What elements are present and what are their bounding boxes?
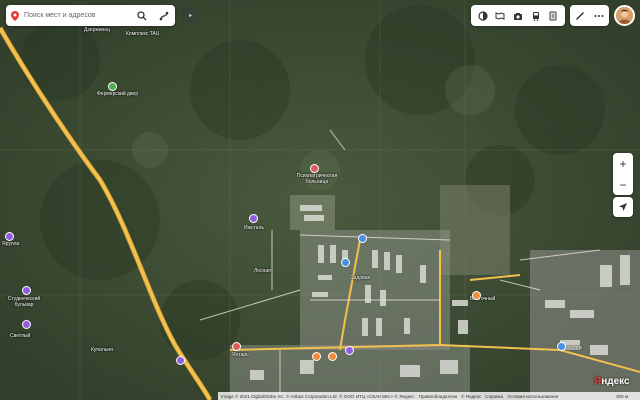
- panorama-icon[interactable]: [493, 9, 507, 23]
- food-poi-icon[interactable]: [312, 352, 321, 361]
- map-label: Лесная: [254, 268, 271, 274]
- copyright-text: Image © 2021 DigitalGlobe Inc. © Airbus …: [221, 393, 415, 399]
- avatar[interactable]: [614, 5, 635, 26]
- map-label: Купальня: [91, 347, 113, 353]
- shop-poi-icon[interactable]: [22, 286, 31, 295]
- camera-icon[interactable]: [511, 9, 525, 23]
- hospital-poi-icon[interactable]: [232, 342, 241, 351]
- map-label: Ярулла: [2, 241, 20, 247]
- shop-poi-icon[interactable]: [176, 356, 185, 365]
- zoom-in-button[interactable]: +: [613, 153, 633, 174]
- zoom-control: + −: [613, 153, 633, 195]
- scale-bar: 300 м: [604, 392, 640, 400]
- layers-icon[interactable]: [476, 9, 490, 23]
- location-arrow-icon: [619, 203, 627, 211]
- ruler-icon[interactable]: [573, 9, 587, 23]
- route-icon[interactable]: [153, 5, 175, 26]
- map-label: Дзержинец: [84, 27, 110, 33]
- map-label: Студенческий бульвар: [7, 296, 41, 308]
- map-pin-icon: [6, 10, 24, 21]
- yandex-logo: Яндекс: [594, 376, 630, 387]
- map-label: Психиатрическая больница: [296, 173, 338, 185]
- map-label: Светлый: [10, 333, 31, 339]
- food-poi-icon[interactable]: [472, 291, 481, 300]
- map-label: Янтарь: [232, 352, 249, 358]
- map-label: Фермерский двор: [97, 91, 139, 97]
- map-label: Комплекс TAU: [126, 31, 160, 37]
- transit-poi-icon[interactable]: [358, 234, 367, 243]
- shop-poi-icon[interactable]: [249, 214, 258, 223]
- transit-poi-icon[interactable]: [557, 342, 566, 351]
- yandex-copyright: © Яндекс: [461, 393, 482, 399]
- map-tools: [570, 5, 609, 26]
- map-footer: Image © 2021 DigitalGlobe Inc. © Airbus …: [218, 392, 604, 400]
- zoom-out-button[interactable]: −: [613, 174, 633, 195]
- map-label: Ижсталь: [244, 225, 264, 231]
- map-toolbar: [471, 5, 565, 26]
- shop-poi-icon[interactable]: [345, 346, 354, 355]
- terms-link[interactable]: Условия использования: [507, 394, 558, 399]
- transit-icon[interactable]: [529, 9, 543, 23]
- shop-poi-icon[interactable]: [5, 232, 14, 241]
- search-input[interactable]: Поиск мест и адресов: [24, 12, 131, 19]
- collapse-panel-icon[interactable]: ▸: [181, 7, 200, 24]
- satellite-map[interactable]: [0, 0, 640, 400]
- hospital-poi-icon[interactable]: [310, 164, 319, 173]
- traffic-icon[interactable]: [546, 9, 560, 23]
- transit-poi-icon[interactable]: [341, 258, 350, 267]
- map-label: Садовая: [350, 275, 371, 281]
- park-poi-icon[interactable]: [108, 82, 117, 91]
- search-box[interactable]: Поиск мест и адресов: [6, 5, 175, 26]
- help-link[interactable]: Справка: [485, 394, 503, 399]
- rights-holders-link[interactable]: Правообладатели: [419, 394, 457, 399]
- food-poi-icon[interactable]: [328, 352, 337, 361]
- search-icon[interactable]: [131, 5, 153, 26]
- more-icon[interactable]: [592, 9, 606, 23]
- my-location-button[interactable]: [613, 197, 633, 217]
- shop-poi-icon[interactable]: [22, 320, 31, 329]
